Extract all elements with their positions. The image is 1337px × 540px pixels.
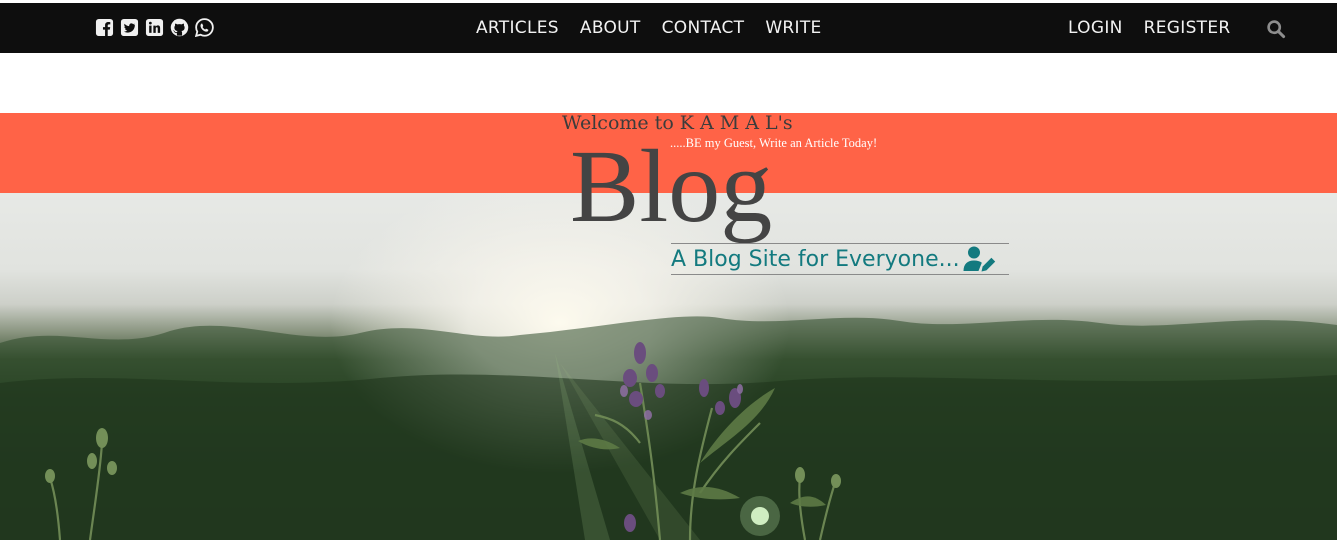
social-links xyxy=(95,18,214,37)
hero-background-image xyxy=(0,193,1337,540)
tagline: A Blog Site for Everyone... xyxy=(671,243,1009,275)
twitter-square-icon[interactable] xyxy=(120,18,139,37)
meadow-flowers-image xyxy=(0,316,1337,540)
register-link[interactable]: REGISTER xyxy=(1144,18,1231,38)
top-navbar: ARTICLES ABOUT CONTACT WRITE LOGIN REGIS… xyxy=(0,3,1337,53)
linkedin-icon[interactable] xyxy=(145,18,164,37)
tagline-text: A Blog Site for Everyone... xyxy=(671,246,960,272)
header-spacer xyxy=(0,53,1337,113)
nav-articles-link[interactable]: ARTICLES xyxy=(476,18,559,38)
login-link[interactable]: LOGIN xyxy=(1068,18,1123,38)
facebook-square-icon[interactable] xyxy=(95,18,114,37)
github-icon[interactable] xyxy=(170,18,189,37)
search-icon[interactable] xyxy=(1266,19,1286,39)
auth-nav: LOGIN REGISTER xyxy=(1068,3,1231,53)
nav-write-link[interactable]: WRITE xyxy=(765,18,821,38)
nav-contact-link[interactable]: CONTACT xyxy=(662,18,745,38)
blog-title: Blog xyxy=(570,129,773,244)
whatsapp-icon[interactable] xyxy=(195,18,214,37)
nav-about-link[interactable]: ABOUT xyxy=(580,18,641,38)
user-pen-icon xyxy=(963,246,995,272)
main-nav: ARTICLES ABOUT CONTACT WRITE xyxy=(476,3,822,53)
